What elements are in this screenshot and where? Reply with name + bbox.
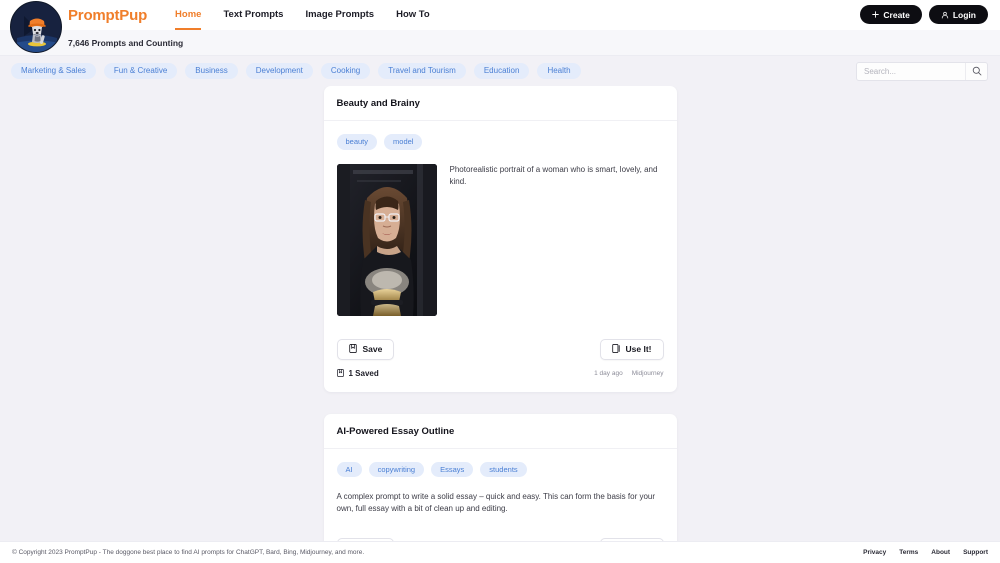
header-actions: Create Login [860, 5, 988, 24]
copy-icon [612, 344, 620, 355]
use-it-button[interactable]: Use It! [600, 339, 664, 360]
nav-item-how-to[interactable]: How To [396, 0, 430, 30]
card-title: Beauty and Brainy [337, 98, 664, 109]
saved-count: 1 Saved [337, 369, 379, 379]
category-pill-development[interactable]: Development [246, 63, 313, 79]
card-tag[interactable]: copywriting [369, 462, 425, 478]
card-tag[interactable]: beauty [337, 134, 378, 150]
category-pill-travel-tourism[interactable]: Travel and Tourism [378, 63, 466, 79]
card-content-row: A complex prompt to write a solid essay … [337, 491, 664, 515]
card-tag-row: beauty model [337, 134, 664, 150]
login-button-label: Login [953, 10, 976, 20]
card-age: 1 day ago [594, 370, 623, 377]
card-actions: Save Use It! [324, 525, 677, 541]
card-header: Beauty and Brainy [324, 86, 677, 121]
subheader-bar: 7,646 Prompts and Counting [0, 30, 1000, 56]
prompt-card[interactable]: AI-Powered Essay Outline AI copywriting … [324, 414, 677, 542]
nav-item-home[interactable]: Home [175, 0, 201, 30]
footer-link-terms[interactable]: Terms [899, 549, 918, 556]
prompt-preview-image[interactable] [337, 164, 437, 316]
search-icon [972, 64, 982, 79]
category-pill-health[interactable]: Health [537, 63, 580, 79]
card-meta-right: 1 day ago Midjourney [594, 370, 663, 377]
card-actions: Save Use It! [324, 326, 677, 360]
use-it-button-label: Use It! [626, 344, 652, 354]
card-tag[interactable]: model [384, 134, 422, 150]
prompt-description: A complex prompt to write a solid essay … [337, 491, 664, 515]
site-footer: © Copyright 2023 PromptPup - The doggone… [0, 541, 1000, 563]
bookmark-icon [337, 369, 344, 379]
create-button-label: Create [883, 10, 909, 20]
category-pill-fun-creative[interactable]: Fun & Creative [104, 63, 177, 79]
saved-count-label: 1 Saved [349, 369, 379, 378]
plus-icon [872, 11, 879, 18]
category-pill-marketing-sales[interactable]: Marketing & Sales [11, 63, 96, 79]
card-header: AI-Powered Essay Outline [324, 414, 677, 449]
card-tag-row: AI copywriting Essays students [337, 462, 664, 478]
footer-link-about[interactable]: About [931, 549, 950, 556]
promptpup-logo-icon[interactable] [10, 1, 62, 53]
card-content-row: Photorealistic portrait of a woman who i… [337, 164, 664, 316]
login-button[interactable]: Login [929, 5, 988, 24]
nav-item-image-prompts[interactable]: Image Prompts [305, 0, 374, 30]
search-box [856, 62, 988, 81]
category-pill-cooking[interactable]: Cooking [321, 63, 370, 79]
create-button[interactable]: Create [860, 5, 921, 24]
card-tag[interactable]: AI [337, 462, 362, 478]
search-input[interactable] [857, 63, 965, 80]
save-button[interactable]: Save [337, 339, 395, 360]
nav-item-text-prompts[interactable]: Text Prompts [223, 0, 283, 30]
card-tag[interactable]: Essays [431, 462, 473, 478]
prompt-description: Photorealistic portrait of a woman who i… [450, 164, 664, 316]
user-icon [941, 11, 949, 19]
footer-link-support[interactable]: Support [963, 549, 988, 556]
bookmark-icon [349, 344, 357, 355]
main-navigation: Home Text Prompts Image Prompts How To [175, 0, 430, 30]
prompt-feed: Beauty and Brainy beauty model [0, 86, 1000, 541]
category-pill-education[interactable]: Education [474, 63, 530, 79]
footer-copyright: © Copyright 2023 PromptPup - The doggone… [12, 549, 364, 556]
save-button-label: Save [363, 344, 383, 354]
prompt-count-text: 7,646 Prompts and Counting [68, 38, 183, 48]
card-body: AI copywriting Essays students A complex… [324, 449, 677, 526]
footer-links: Privacy Terms About Support [863, 549, 988, 556]
footer-link-privacy[interactable]: Privacy [863, 549, 886, 556]
category-pill-business[interactable]: Business [185, 63, 237, 79]
card-model: Midjourney [632, 370, 664, 377]
card-tag[interactable]: students [480, 462, 526, 478]
card-body: beauty model [324, 121, 677, 326]
search-submit-button[interactable] [965, 63, 987, 80]
site-header: PromptPup Home Text Prompts Image Prompt… [0, 0, 1000, 30]
prompt-card[interactable]: Beauty and Brainy beauty model [324, 86, 677, 392]
card-title: AI-Powered Essay Outline [337, 426, 664, 437]
card-meta: 1 Saved 1 day ago Midjourney [324, 360, 677, 392]
category-filter-bar: Marketing & Sales Fun & Creative Busines… [0, 56, 1000, 85]
brand-logo-text[interactable]: PromptPup [68, 7, 147, 24]
